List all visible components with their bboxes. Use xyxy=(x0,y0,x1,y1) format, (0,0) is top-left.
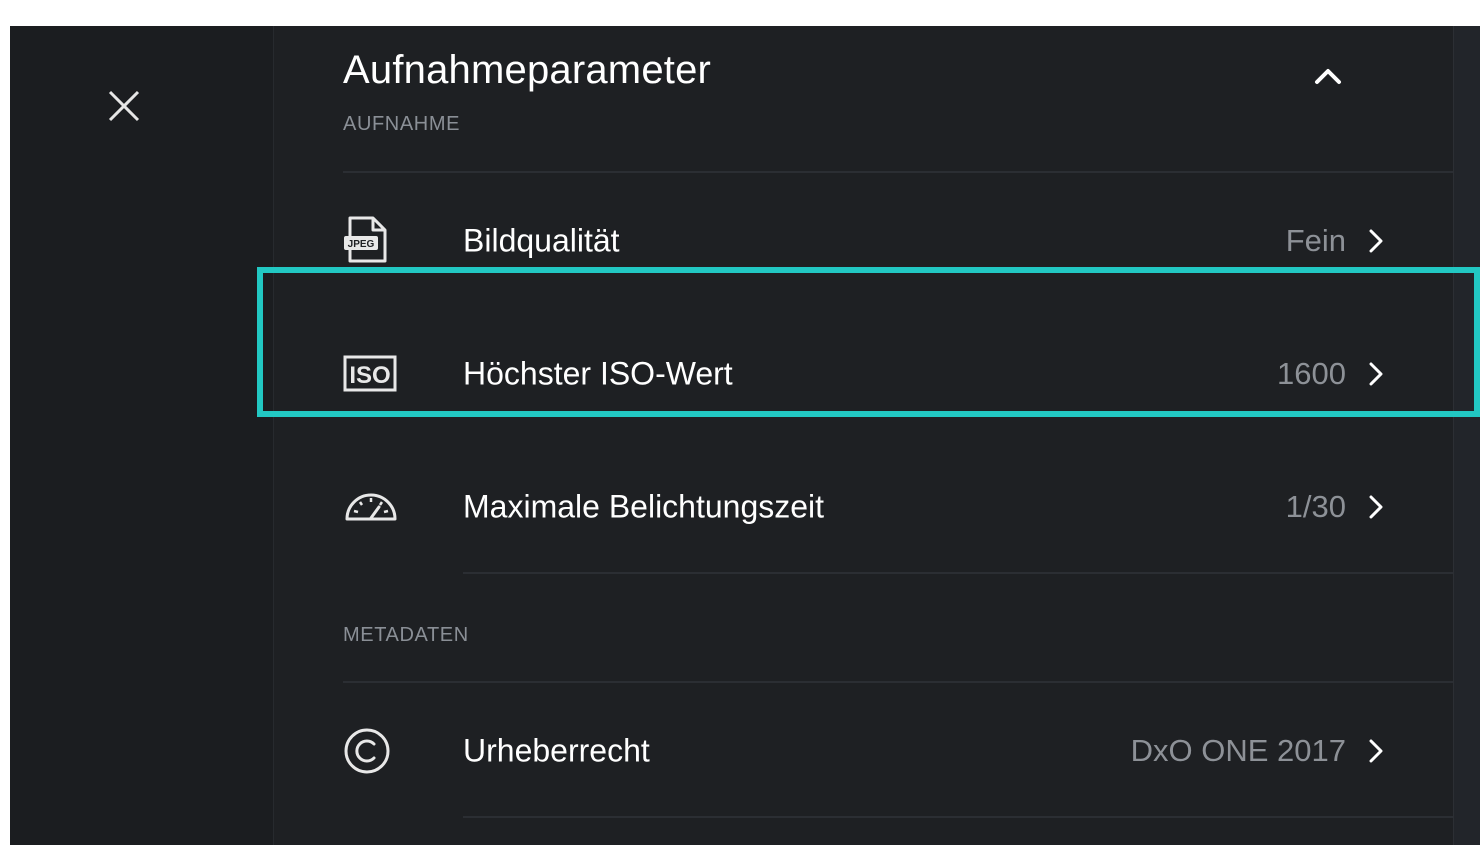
page-title: Aufnahmeparameter xyxy=(343,48,712,92)
collapse-button[interactable] xyxy=(1310,62,1346,90)
jpeg-file-icon: JPEG xyxy=(343,214,401,268)
section-label-aufnahme: AUFNAHME xyxy=(343,113,461,135)
scrollbar[interactable] xyxy=(1453,26,1480,845)
setting-value: Fein xyxy=(1285,222,1346,258)
copyright-icon xyxy=(343,724,401,778)
setting-value: 1600 xyxy=(1277,355,1346,391)
setting-label: Bildqualität xyxy=(463,222,620,258)
row-divider xyxy=(463,816,1454,818)
setting-label: Urheberrecht xyxy=(463,732,650,768)
setting-row-max-iso[interactable]: ISO Höchster ISO-Wert 1600 xyxy=(274,307,1454,440)
setting-value: DxO ONE 2017 xyxy=(1130,732,1346,768)
chevron-right-icon xyxy=(1366,359,1386,389)
setting-label: Höchster ISO-Wert xyxy=(463,355,733,391)
section-divider xyxy=(343,681,1454,683)
row-divider xyxy=(463,572,1454,574)
chevron-up-icon xyxy=(1315,69,1341,84)
iso-icon: ISO xyxy=(343,347,401,401)
section-label-metadaten: METADATEN xyxy=(343,624,469,646)
setting-row-image-quality[interactable]: JPEG Bildqualität Fein xyxy=(274,174,1454,307)
settings-panel: Aufnahmeparameter AUFNAHME JPEG Bildqual… xyxy=(274,26,1454,845)
close-button[interactable] xyxy=(104,86,144,126)
svg-text:ISO: ISO xyxy=(349,362,390,389)
settings-window: Aufnahmeparameter AUFNAHME JPEG Bildqual… xyxy=(10,26,1480,845)
setting-label: Maximale Belichtungszeit xyxy=(463,488,825,524)
section-divider xyxy=(343,171,1454,173)
setting-row-max-exposure[interactable]: Maximale Belichtungszeit 1/30 xyxy=(274,440,1454,573)
svg-text:JPEG: JPEG xyxy=(348,239,375,250)
setting-value: 1/30 xyxy=(1285,488,1346,524)
sidebar xyxy=(10,26,274,845)
chevron-right-icon xyxy=(1366,736,1386,766)
chevron-right-icon xyxy=(1366,226,1386,256)
speedometer-icon xyxy=(343,480,401,534)
chevron-right-icon xyxy=(1366,492,1386,522)
close-icon xyxy=(108,90,140,122)
setting-row-copyright[interactable]: Urheberrecht DxO ONE 2017 xyxy=(274,684,1454,817)
